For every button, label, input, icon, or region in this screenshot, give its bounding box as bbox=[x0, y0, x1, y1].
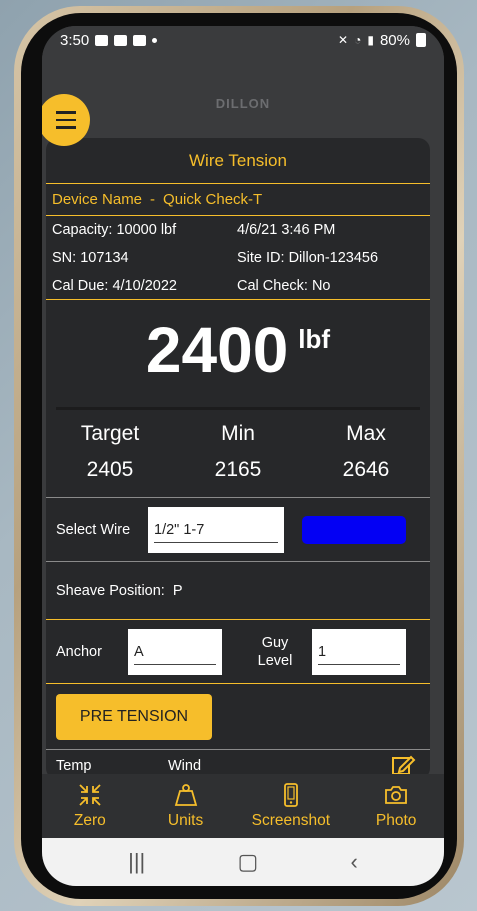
nav-screenshot-label: Screenshot bbox=[251, 812, 331, 829]
min-column: Min 2165 bbox=[174, 422, 302, 497]
capacity-text: Capacity: 10000 lbf bbox=[52, 222, 177, 238]
app-background: DILLON Wire Tension Device Name - Quick … bbox=[42, 54, 444, 780]
device-name-separator: - bbox=[150, 191, 156, 208]
guy-level-input[interactable]: 1 bbox=[312, 628, 406, 675]
site-id-text: Site ID: Dillon-123456 bbox=[237, 250, 379, 266]
zero-icon bbox=[79, 784, 101, 806]
wire-tension-card: Wire Tension Device Name - Quick Check-T… bbox=[46, 138, 430, 780]
device-info-grid: Capacity: 10000 lbf 4/6/21 3:46 PM SN: 1… bbox=[46, 216, 430, 300]
pre-tension-row: PRE TENSION bbox=[46, 684, 430, 750]
mail-notification-icon-2 bbox=[133, 34, 147, 46]
wire-input[interactable]: 1/2" 1-7 bbox=[148, 506, 284, 553]
nav-units[interactable]: Units bbox=[138, 774, 234, 838]
reading-value: 2400 bbox=[145, 314, 289, 386]
back-icon[interactable]: ‹ bbox=[351, 849, 358, 875]
max-value: 2646 bbox=[342, 458, 390, 481]
anchor-input[interactable]: A bbox=[128, 628, 222, 675]
more-notifications-icon bbox=[152, 37, 158, 43]
phone-icon bbox=[283, 783, 298, 807]
serial-number-text: SN: 107134 bbox=[52, 250, 129, 266]
target-column: Target 2405 bbox=[46, 422, 174, 497]
system-nav-bar: ||| ▢ ‹ bbox=[42, 838, 444, 886]
guy-label-line-1: Guy bbox=[261, 634, 289, 651]
card-title: Wire Tension bbox=[46, 138, 430, 184]
temp-label: Temp bbox=[56, 758, 92, 774]
max-label: Max bbox=[346, 422, 386, 445]
menu-icon-line bbox=[56, 118, 76, 122]
gallery-notification-icon bbox=[95, 34, 109, 46]
min-label: Min bbox=[221, 422, 255, 445]
datetime-text: 4/6/21 3:46 PM bbox=[237, 222, 336, 238]
guy-label-line-2: Level bbox=[257, 652, 293, 669]
min-value: 2165 bbox=[214, 458, 262, 481]
pre-tension-button[interactable]: PRE TENSION bbox=[56, 693, 212, 740]
signal-icon: ▮ bbox=[367, 33, 374, 47]
nav-units-label: Units bbox=[167, 812, 204, 829]
wifi-icon: ◔ bbox=[354, 33, 362, 47]
nav-screenshot[interactable]: Screenshot bbox=[233, 774, 348, 838]
status-bar: 3:50 ✕ ◔ ▮ 80% bbox=[42, 26, 444, 54]
nav-zero-label: Zero bbox=[73, 812, 106, 829]
wind-label: Wind bbox=[168, 758, 202, 774]
device-name-label: Device Name bbox=[52, 191, 143, 208]
cal-check-text: Cal Check: No bbox=[237, 278, 331, 294]
sheave-position-value: P bbox=[172, 582, 183, 599]
anchor-label: Anchor bbox=[56, 643, 102, 660]
wire-color-swatch[interactable] bbox=[302, 515, 406, 544]
brand-logo: DILLON bbox=[215, 96, 271, 111]
menu-icon-line bbox=[56, 111, 76, 114]
target-min-max: Target 2405 Min 2165 Max 2646 bbox=[46, 410, 430, 498]
guy-level-label: Guy Level bbox=[244, 634, 306, 670]
max-column: Max 2646 bbox=[302, 422, 430, 497]
battery-percent: 80% bbox=[379, 31, 410, 49]
sheave-position-row: Sheave Position: P bbox=[46, 562, 430, 620]
weight-icon bbox=[174, 784, 197, 806]
mail-notification-icon bbox=[114, 34, 128, 46]
target-value: 2405 bbox=[86, 458, 134, 481]
select-wire-row: Select Wire 1/2" 1-7 bbox=[46, 498, 430, 562]
camera-icon bbox=[385, 786, 408, 804]
home-icon[interactable]: ▢ bbox=[238, 849, 259, 875]
phone-screen: 3:50 ✕ ◔ ▮ 80% DILLON Wire Tension Devic… bbox=[42, 26, 444, 886]
anchor-row: Anchor A Guy Level 1 bbox=[46, 620, 430, 684]
status-time: 3:50 bbox=[60, 31, 90, 49]
device-name-value: Quick Check-T bbox=[163, 191, 263, 208]
nav-photo[interactable]: Photo bbox=[348, 774, 444, 838]
battery-icon bbox=[416, 33, 426, 47]
menu-icon-line bbox=[56, 126, 76, 129]
device-name-row: Device Name - Quick Check-T bbox=[46, 184, 430, 216]
sheave-position-label: Sheave Position: bbox=[56, 582, 165, 599]
bottom-nav: Zero Units Screenshot Photo bbox=[42, 774, 444, 838]
tension-reading: 2400 lbf bbox=[56, 300, 420, 410]
target-label: Target bbox=[80, 422, 140, 445]
reading-unit: lbf bbox=[298, 324, 331, 354]
select-wire-label: Select Wire bbox=[56, 521, 131, 538]
cal-due-text: Cal Due: 4/10/2022 bbox=[52, 278, 177, 294]
nav-photo-label: Photo bbox=[375, 812, 417, 829]
mute-icon: ✕ bbox=[338, 33, 349, 47]
nav-zero[interactable]: Zero bbox=[42, 774, 138, 838]
recent-apps-icon[interactable]: ||| bbox=[128, 849, 145, 875]
